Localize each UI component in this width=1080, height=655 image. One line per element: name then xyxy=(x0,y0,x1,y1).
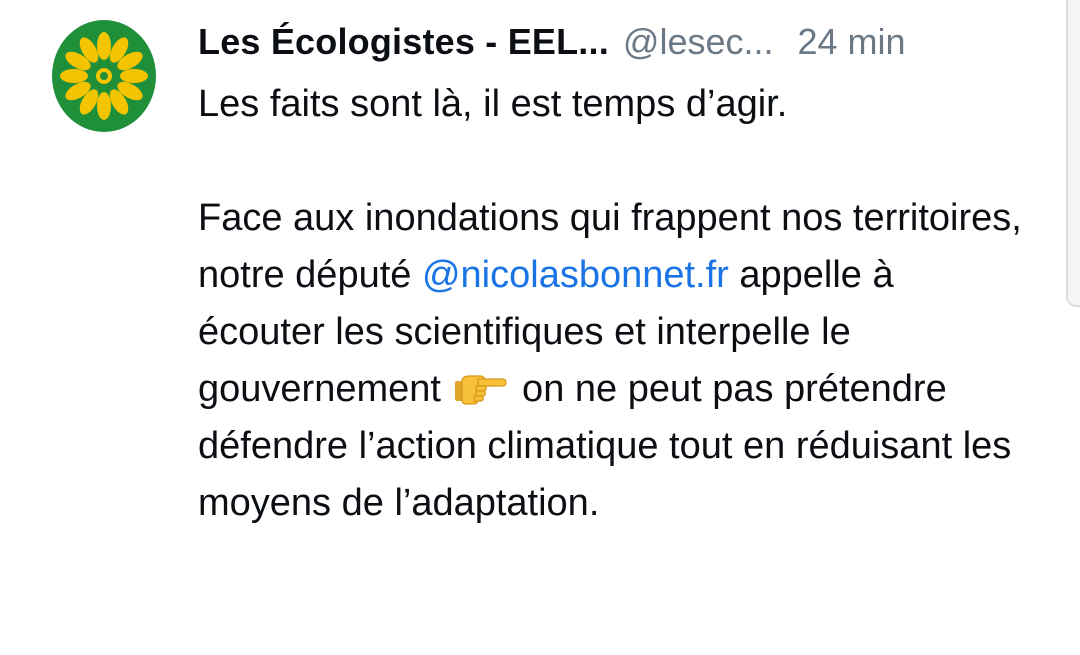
post-header: Les Écologistes - EEL... @lesec... 24 mi… xyxy=(198,14,906,70)
post-paragraph-2: Face aux inondations qui frappent nos te… xyxy=(198,190,1028,532)
author-avatar[interactable] xyxy=(52,20,156,132)
mention-link[interactable]: @nicolasbonnet.fr xyxy=(422,254,729,296)
post-paragraph-1: Les faits sont là, il est temps d’agir. xyxy=(198,83,788,125)
post-timestamp[interactable]: 24 min xyxy=(798,14,906,70)
scrollbar[interactable] xyxy=(1066,0,1080,307)
post-card[interactable]: Les Écologistes - EEL... @lesec... 24 mi… xyxy=(0,0,1080,655)
author-handle[interactable]: @lesec... xyxy=(623,14,774,70)
author-display-name[interactable]: Les Écologistes - EEL... xyxy=(198,14,609,70)
post-body: Les faits sont là, il est temps d’agir. … xyxy=(198,76,1028,532)
pointing-right-hand-emoji-icon xyxy=(454,367,508,407)
sunflower-logo-icon xyxy=(52,20,156,132)
